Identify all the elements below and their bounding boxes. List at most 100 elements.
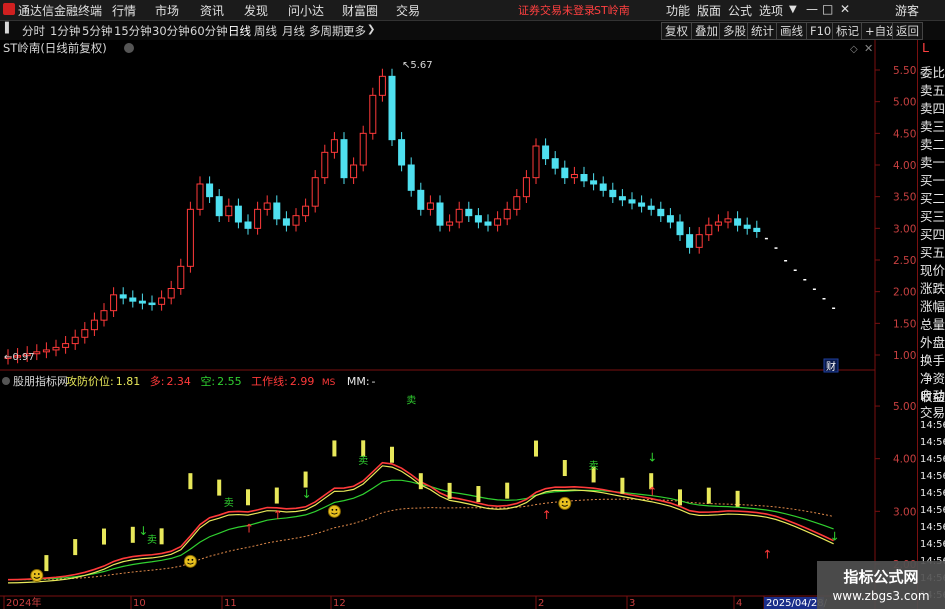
candle-body [340, 139, 348, 179]
menu-dropdown-icon[interactable]: ▼ [789, 4, 797, 15]
menu-news[interactable]: 资讯 [200, 2, 224, 19]
candle-body [465, 208, 473, 217]
quote-label: 换手 [920, 353, 945, 368]
price-tick-label: 1.50 [893, 318, 916, 330]
back-button[interactable]: 返回 [892, 22, 923, 40]
indicator-tick-label: 3.00 [893, 506, 916, 518]
menu-function[interactable]: 功能 [666, 2, 690, 19]
tab-15min[interactable]: 15分钟 [114, 23, 152, 39]
kline-chart[interactable]: ST岭南(日线前复权) ◇ ✕ 5.50 5.00 4.50 4.00 3.50 3.00… [0, 40, 917, 609]
candle-body [474, 215, 482, 223]
projection-dot [784, 260, 788, 262]
candle-body [686, 234, 694, 248]
menu-layout[interactable]: 版面 [697, 2, 721, 19]
candle-body [359, 132, 367, 166]
tab-weekly[interactable]: 周线 [254, 23, 277, 39]
mark-button[interactable]: 标记 [832, 22, 863, 40]
projection-dot [822, 298, 826, 300]
smiley-icon [558, 496, 572, 510]
candle-body [282, 218, 290, 226]
candle-body [417, 189, 425, 210]
candle-body [570, 174, 578, 179]
menu-discover[interactable]: 发现 [244, 2, 268, 19]
quote-label: 涨跌 [920, 281, 945, 296]
candle-body [753, 227, 761, 232]
login-notice[interactable]: 证券交易未登录 [518, 2, 595, 18]
candle-body [186, 208, 194, 267]
close-icon[interactable]: ✕ [840, 2, 850, 16]
candle-body [734, 218, 742, 226]
tab-multi-period[interactable]: 多周期 [309, 23, 344, 39]
maximize-icon[interactable]: □ [822, 2, 833, 16]
quote-label: 卖三 [920, 119, 945, 134]
signal-bar [735, 490, 740, 507]
panel-config-icon[interactable]: ◇ [850, 44, 858, 55]
tab-more[interactable]: 更多 [343, 23, 366, 39]
candle-body [666, 215, 674, 223]
tab-intraday[interactable]: 分时 [22, 23, 45, 39]
more-chevron-icon[interactable]: ❯ [367, 24, 375, 35]
smiley-icon [183, 554, 197, 568]
candle-body [244, 221, 252, 229]
buy-arrow-icon: ↑ [542, 508, 552, 522]
candle-body [388, 75, 396, 141]
candle-body [292, 215, 300, 226]
smiley-eye [561, 501, 564, 503]
main-panel-title: ST岭南(日线前复权) [3, 41, 107, 55]
guest-label[interactable]: 游客 [895, 2, 919, 19]
trade-label[interactable]: 交易 [920, 402, 945, 421]
quote-label: 外盘 [920, 335, 945, 350]
tab-1min[interactable]: 1分钟 [50, 23, 80, 39]
panel-settings-icon[interactable] [124, 43, 134, 53]
watermark-url: www.zbgs3.com [832, 589, 930, 603]
tab-monthly[interactable]: 月线 [282, 23, 305, 39]
tab-30min[interactable]: 30分钟 [152, 23, 190, 39]
tick-time: 14:56 [920, 539, 945, 550]
menu-markets[interactable]: 市场 [155, 2, 179, 19]
signal-bar [102, 528, 106, 545]
candle-body [676, 221, 684, 236]
sub-panel-settings-icon[interactable] [2, 377, 10, 385]
projection-dot [764, 237, 768, 240]
menu-trade[interactable]: 交易 [396, 2, 420, 19]
candle-body [62, 343, 70, 348]
toolbar-pin-icon[interactable]: ▌ [5, 23, 13, 34]
candle-body [705, 224, 713, 236]
panel-close-icon[interactable]: ✕ [864, 42, 873, 55]
smiley-eye [191, 558, 194, 561]
candle-body [542, 145, 550, 160]
minimize-icon[interactable]: — [806, 2, 818, 16]
watermark-title: 指标公式网 [843, 568, 919, 586]
candle-body [177, 265, 185, 289]
draw-button[interactable]: 画线 [776, 22, 807, 40]
date-label: 2024年 [6, 596, 41, 609]
candle-body [263, 202, 271, 210]
signal-bar [332, 440, 337, 457]
stats-button[interactable]: 统计 [747, 22, 778, 40]
tab-5min[interactable]: 5分钟 [82, 23, 112, 39]
candle-body [378, 75, 386, 96]
candle-body [532, 145, 540, 179]
menu-ask[interactable]: 问小达 [288, 2, 324, 19]
adjust-button[interactable]: 复权 [661, 22, 692, 40]
candle-body [407, 164, 415, 191]
multi-stock-button[interactable]: 多股 [719, 22, 750, 40]
menu-options[interactable]: 选项 [759, 2, 783, 19]
quote-label: 现价 [920, 263, 945, 278]
menu-wealth[interactable]: 财富圈 [342, 2, 378, 19]
quote-label: 委比 [920, 65, 945, 80]
menu-formula[interactable]: 公式 [728, 2, 752, 19]
tick-time: 14:56 [920, 505, 945, 516]
tab-60min[interactable]: 60分钟 [190, 23, 228, 39]
tab-daily[interactable]: 日线 [228, 23, 251, 39]
candle-body [33, 351, 41, 355]
overlay-button[interactable]: 叠加 [691, 22, 722, 40]
date-label: 3 [629, 598, 635, 609]
smiley-eye [37, 573, 40, 575]
signal-bar [217, 479, 222, 496]
smiley-eye [335, 508, 338, 511]
f10-button[interactable]: F10 [806, 22, 836, 40]
candle-body [42, 349, 50, 353]
menu-market[interactable]: 行情 [112, 2, 136, 19]
date-label: 4 [736, 598, 742, 609]
